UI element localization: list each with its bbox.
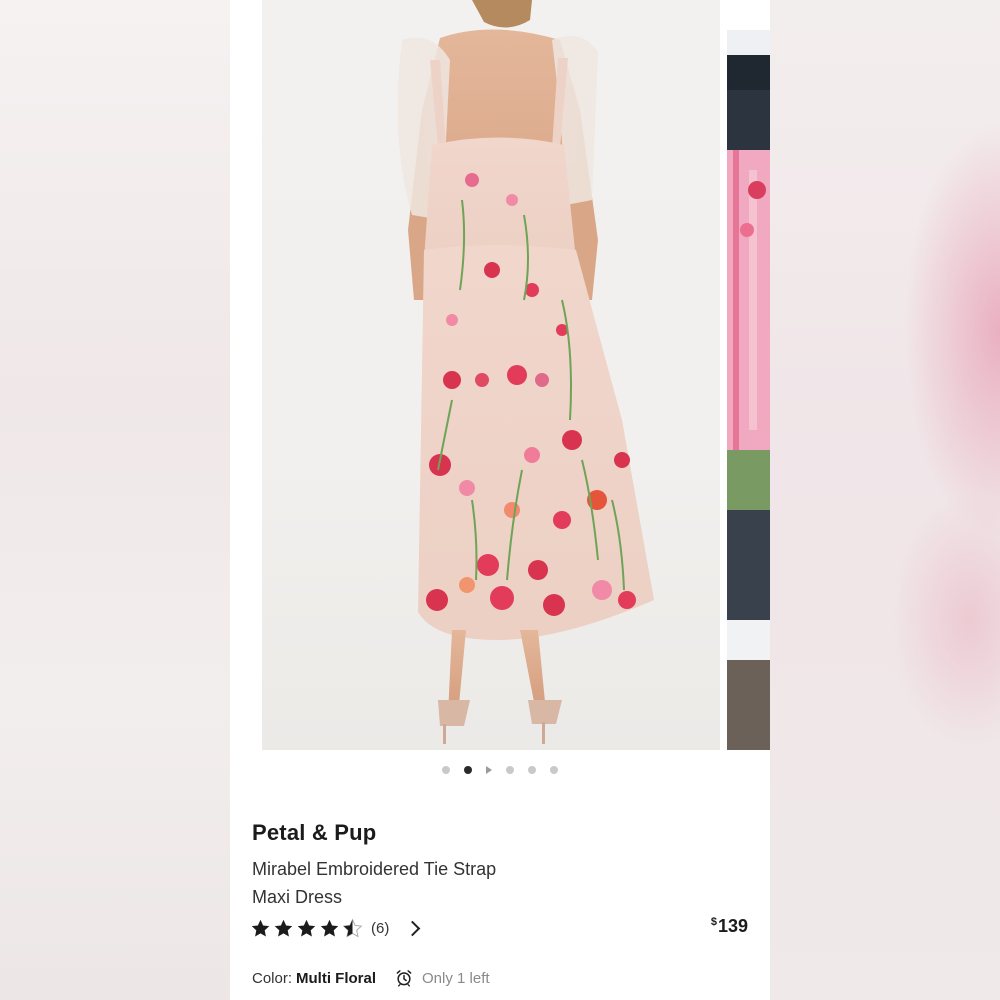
video-play-icon[interactable] bbox=[486, 766, 492, 774]
carousel-dot-5[interactable] bbox=[528, 766, 536, 774]
product-screen: Petal & Pup Mirabel Embroidered Tie Stra… bbox=[230, 0, 770, 1000]
currency-symbol: $ bbox=[710, 916, 717, 928]
color-and-stock-row: Color: Multi Floral Only 1 left bbox=[252, 966, 490, 990]
blurred-backdrop-left bbox=[0, 0, 230, 1000]
product-title-line-1: Mirabel Embroidered Tie Strap bbox=[252, 859, 497, 879]
product-title: Mirabel Embroidered Tie Strap Maxi Dress bbox=[252, 855, 572, 911]
carousel-dot-1[interactable] bbox=[442, 766, 450, 774]
color-label: Color: bbox=[252, 969, 293, 987]
review-count: (6) bbox=[371, 919, 390, 937]
carousel-dot-2-active[interactable] bbox=[464, 766, 472, 774]
alarm-clock-icon bbox=[396, 970, 412, 987]
chevron-right-icon bbox=[405, 920, 421, 936]
rating-link[interactable]: (6) bbox=[250, 915, 421, 941]
star-rating bbox=[250, 917, 363, 939]
star-half-icon bbox=[342, 917, 363, 937]
star-full-icon bbox=[274, 919, 293, 936]
next-photo-preview[interactable] bbox=[727, 0, 770, 750]
product-title-line-2: Maxi Dress bbox=[252, 887, 343, 907]
star-full-icon bbox=[251, 919, 270, 936]
color-value: Multi Floral bbox=[296, 969, 377, 987]
store-rack-illustration bbox=[727, 0, 770, 750]
star-full-icon bbox=[297, 919, 316, 936]
carousel-dot-4[interactable] bbox=[506, 766, 514, 774]
brand-name[interactable]: Petal & Pup bbox=[252, 820, 376, 846]
product-photo-back-view[interactable] bbox=[262, 0, 720, 750]
price-value: 139 bbox=[717, 916, 748, 936]
price: $139 bbox=[711, 916, 748, 937]
product-image-carousel[interactable] bbox=[230, 0, 770, 752]
carousel-pagination bbox=[230, 764, 770, 776]
stock-status: Only 1 left bbox=[422, 969, 490, 987]
star-full-icon bbox=[320, 919, 339, 936]
carousel-dot-6[interactable] bbox=[550, 766, 558, 774]
blurred-backdrop-right bbox=[770, 0, 1000, 1000]
dress-illustration bbox=[397, 0, 654, 744]
